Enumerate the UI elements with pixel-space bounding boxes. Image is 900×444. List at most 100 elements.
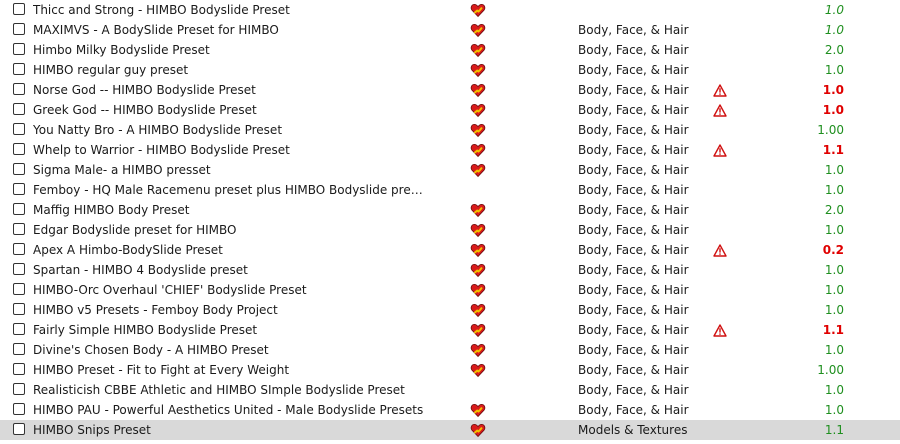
endorsed-heart-icon[interactable] [470,242,486,258]
endorsed-heart-icon[interactable] [470,2,486,18]
endorsed-heart-icon[interactable] [470,342,486,358]
enable-checkbox[interactable] [13,243,25,255]
mod-version: 1.0 [824,63,844,77]
enable-checkbox[interactable] [13,123,25,135]
warning-icon[interactable] [713,243,727,257]
enable-checkbox[interactable] [13,223,25,235]
mod-row[interactable]: Thicc and Strong - HIMBO Bodyslide Prese… [0,0,900,20]
mod-row[interactable]: Greek God -- HIMBO Bodyslide Preset Body,… [0,100,900,120]
mod-category: Body, Face, & Hair [578,203,689,217]
warning-icon[interactable] [713,83,727,97]
enable-checkbox[interactable] [13,43,25,55]
enable-checkbox[interactable] [13,283,25,295]
enable-checkbox[interactable] [13,323,25,335]
warning-icon[interactable] [713,143,727,157]
mod-version: 0.2 [822,243,844,257]
mod-row[interactable]: HIMBO v5 Presets - Femboy Body Project Bo… [0,300,900,320]
mod-name: Himbo Milky Bodyslide Preset [33,43,210,57]
endorsed-heart-icon[interactable] [470,302,486,318]
mod-category: Body, Face, & Hair [578,83,689,97]
mod-row[interactable]: Divine's Chosen Body - A HIMBO Preset Bod… [0,340,900,360]
mod-row[interactable]: Sigma Male- a HIMBO presset Body, Face, &… [0,160,900,180]
endorsed-heart-icon[interactable] [470,162,486,178]
enable-checkbox[interactable] [13,3,25,15]
warning-icon[interactable] [713,103,727,117]
mod-name: Maffig HIMBO Body Preset [33,203,190,217]
enable-checkbox[interactable] [13,103,25,115]
mod-category: Body, Face, & Hair [578,223,689,237]
mod-name: HIMBO Snips Preset [33,423,151,437]
mod-category: Body, Face, & Hair [578,163,689,177]
endorsed-heart-icon[interactable] [470,142,486,158]
endorsed-heart-icon[interactable] [470,22,486,38]
mod-version: 1.0 [824,403,844,417]
endorsed-heart-icon[interactable] [470,402,486,418]
endorsed-heart-icon[interactable] [470,202,486,218]
enable-checkbox[interactable] [13,83,25,95]
enable-checkbox[interactable] [13,303,25,315]
mod-name: Apex A Himbo-BodySlide Preset [33,243,223,257]
mod-row[interactable]: Edgar Bodyslide preset for HIMBO Body, Fa… [0,220,900,240]
enable-checkbox[interactable] [13,363,25,375]
mod-row[interactable]: Spartan - HIMBO 4 Bodyslide preset Body, … [0,260,900,280]
enable-checkbox[interactable] [13,383,25,395]
mod-version: 1.0 [822,83,844,97]
enable-checkbox[interactable] [13,23,25,35]
mod-name: Edgar Bodyslide preset for HIMBO [33,223,237,237]
endorsed-heart-icon[interactable] [470,82,486,98]
mod-row[interactable]: Maffig HIMBO Body Preset Body, Face, & Ha… [0,200,900,220]
mod-row[interactable]: Fairly Simple HIMBO Bodyslide Preset Body… [0,320,900,340]
enable-checkbox[interactable] [13,203,25,215]
mod-name: HIMBO-Orc Overhaul 'CHIEF' Bodyslide Pre… [33,283,307,297]
endorsed-heart-icon[interactable] [470,322,486,338]
endorsed-heart-icon[interactable] [470,282,486,298]
mod-row[interactable]: Whelp to Warrior - HIMBO Bodyslide Prese… [0,140,900,160]
mod-row[interactable]: You Natty Bro - A HIMBO Bodyslide Preset… [0,120,900,140]
mod-version: 2.0 [824,203,844,217]
mod-row[interactable]: MAXIMVS - A BodySlide Preset for HIMBO Bo… [0,20,900,40]
enable-checkbox[interactable] [13,143,25,155]
enable-checkbox[interactable] [13,63,25,75]
mod-row[interactable]: Realisticish CBBE Athletic and HIMBO SIm… [0,380,900,400]
mod-row[interactable]: HIMBO Snips Preset Models & Textures 1.1 [0,420,900,440]
mod-version: 1.0 [824,183,844,197]
endorsed-heart-icon[interactable] [470,62,486,78]
endorsed-heart-icon[interactable] [470,262,486,278]
mod-name: Femboy - HQ Male Racemenu preset plus HI… [33,183,423,197]
mod-row[interactable]: HIMBO regular guy preset Body, Face, & Ha… [0,60,900,80]
mod-version: 1.0 [822,103,844,117]
mod-name: HIMBO PAU - Powerful Aesthetics United -… [33,403,424,417]
mod-row[interactable]: Himbo Milky Bodyslide Preset Body, Face, … [0,40,900,60]
endorsed-heart-icon[interactable] [470,122,486,138]
mod-category: Models & Textures [578,423,688,437]
endorsed-heart-icon[interactable] [470,42,486,58]
enable-checkbox[interactable] [13,423,25,435]
mod-name: Divine's Chosen Body - A HIMBO Preset [33,343,269,357]
mod-category: Body, Face, & Hair [578,123,689,137]
mod-version: 1.0 [824,163,844,177]
enable-checkbox[interactable] [13,163,25,175]
mod-row[interactable]: HIMBO Preset - Fit to Fight at Every Wei… [0,360,900,380]
mod-category: Body, Face, & Hair [578,383,689,397]
mod-row[interactable]: Femboy - HQ Male Racemenu preset plus HI… [0,180,900,200]
mod-list: Thicc and Strong - HIMBO Bodyslide Prese… [0,0,900,440]
enable-checkbox[interactable] [13,403,25,415]
endorsed-heart-icon[interactable] [470,222,486,238]
enable-checkbox[interactable] [13,343,25,355]
mod-row[interactable]: Apex A Himbo-BodySlide Preset Body, Face,… [0,240,900,260]
mod-version: 2.0 [824,43,844,57]
mod-version: 1.0 [824,383,844,397]
mod-category: Body, Face, & Hair [578,343,689,357]
warning-icon[interactable] [713,323,727,337]
mod-row[interactable]: HIMBO PAU - Powerful Aesthetics United -… [0,400,900,420]
mod-category: Body, Face, & Hair [578,143,689,157]
mod-row[interactable]: Norse God -- HIMBO Bodyslide Preset Body,… [0,80,900,100]
enable-checkbox[interactable] [13,263,25,275]
mod-row[interactable]: HIMBO-Orc Overhaul 'CHIEF' Bodyslide Pre… [0,280,900,300]
mod-category: Body, Face, & Hair [578,183,689,197]
mod-name: HIMBO v5 Presets - Femboy Body Project [33,303,278,317]
enable-checkbox[interactable] [13,183,25,195]
endorsed-heart-icon[interactable] [470,102,486,118]
endorsed-heart-icon[interactable] [470,362,486,378]
endorsed-heart-icon[interactable] [470,422,486,438]
